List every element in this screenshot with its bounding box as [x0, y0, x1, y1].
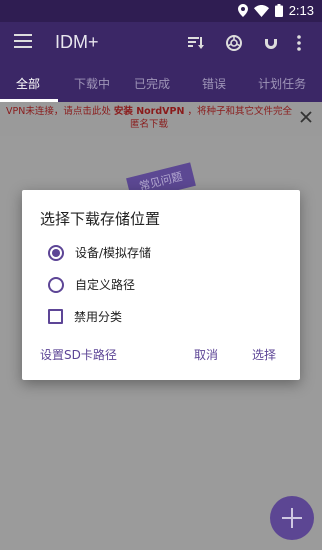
overflow-menu-icon[interactable]: [294, 33, 304, 53]
set-sd-path-button[interactable]: 设置SD卡路径: [40, 346, 117, 363]
status-bar: 2:13: [0, 0, 322, 22]
plus-icon-vertical: [291, 508, 293, 528]
add-download-button[interactable]: [270, 496, 314, 540]
magnet-icon[interactable]: [261, 33, 281, 53]
dialog-title: 选择下载存储位置: [40, 210, 161, 228]
radio-selected[interactable]: [48, 244, 64, 261]
vpn-notice-line2: 匿名下载: [129, 119, 168, 130]
app-bar: IDM+: [0, 22, 322, 64]
tab-scheduled[interactable]: 计划任务: [248, 64, 316, 102]
close-icon[interactable]: [298, 109, 314, 125]
tab-all[interactable]: 全部: [0, 64, 64, 102]
status-time: 2:13: [288, 3, 314, 18]
vpn-notice[interactable]: VPN未连接，请点击此处 安装 NordVPN ，将种子和其它文件完全 匿名下载: [0, 102, 322, 136]
menu-icon[interactable]: [14, 34, 32, 52]
cancel-button[interactable]: 取消: [194, 346, 218, 363]
option-device-storage[interactable]: 设备/模拟存储: [48, 244, 151, 261]
wifi-icon: [253, 4, 269, 17]
option-custom-path[interactable]: 自定义路径: [48, 276, 135, 293]
checkbox-unchecked[interactable]: [48, 309, 63, 324]
tab-downloading[interactable]: 下载中: [64, 64, 124, 102]
option-label: 设备/模拟存储: [75, 246, 152, 260]
sort-icon[interactable]: [186, 33, 206, 53]
vpn-notice-text: VPN未连接，请点击此处 安装 NordVPN ，将种子和其它文件完全 匿名下载: [4, 105, 294, 131]
tab-bar: 全部 下载中 已完成 错误 计划任务: [0, 64, 322, 102]
location-icon: [237, 4, 248, 17]
vpn-notice-suffix: ，将种子和其它文件完全: [184, 106, 292, 117]
select-button[interactable]: 选择: [252, 346, 276, 363]
option-disable-categories[interactable]: 禁用分类: [48, 308, 122, 325]
vpn-notice-prefix: VPN未连接，请点击此处: [6, 106, 114, 117]
install-nordvpn-link[interactable]: 安装 NordVPN: [114, 106, 185, 117]
app-title: IDM+: [55, 32, 99, 52]
storage-location-dialog: 选择下载存储位置 设备/模拟存储 自定义路径 禁用分类 设置SD卡路径 取消 选…: [22, 190, 300, 380]
tab-errors[interactable]: 错误: [192, 64, 248, 102]
status-icons: 2:13: [237, 3, 314, 18]
option-label: 自定义路径: [75, 278, 136, 292]
tab-completed[interactable]: 已完成: [124, 64, 192, 102]
battery-icon: [274, 4, 283, 17]
browser-icon[interactable]: [224, 33, 244, 53]
radio-unselected[interactable]: [48, 276, 64, 293]
option-label: 禁用分类: [74, 310, 123, 324]
